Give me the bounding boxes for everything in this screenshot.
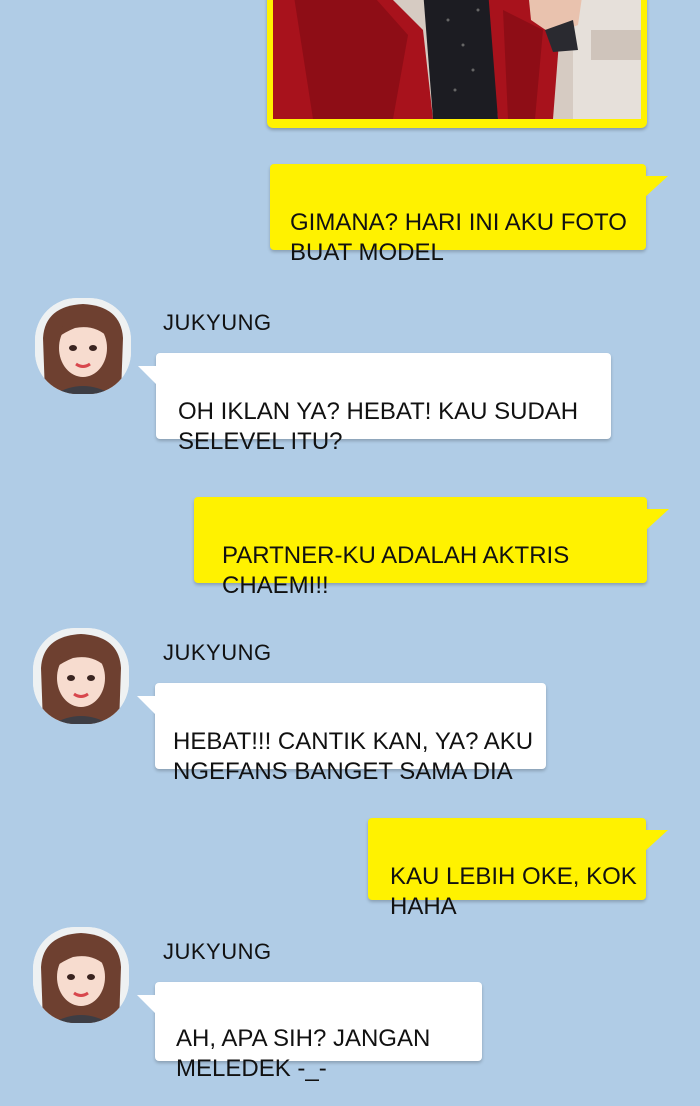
avatar-image (33, 628, 129, 724)
sender-name: JUKYUNG (163, 640, 272, 665)
shared-photo-message[interactable] (267, 0, 647, 128)
incoming-message-bubble[interactable]: HEBAT!!! CANTIK KAN, YA? AKU NGEFANS BAN… (137, 683, 546, 785)
message-text: OH IKLAN YA? HEBAT! KAU SUDAH SELEVEL IT… (178, 398, 579, 455)
photo-image (273, 0, 641, 119)
chat-screen: GIMANA? HARI INI AKU FOTO BUAT MODEL JUK… (0, 0, 700, 1106)
message-text: PARTNER-KU ADALAH AKTRIS CHAEMI!! (222, 542, 570, 599)
message-text: GIMANA? HARI INI AKU FOTO BUAT MODEL (290, 209, 627, 266)
contact-avatar[interactable] (33, 628, 129, 724)
incoming-message-bubble[interactable]: AH, APA SIH? JANGAN MELEDEK -_- (137, 982, 482, 1082)
sender-name: JUKYUNG (163, 310, 272, 335)
shared-photo[interactable] (273, 0, 641, 119)
contact-avatar[interactable] (33, 927, 129, 1023)
outgoing-message-bubble[interactable]: PARTNER-KU ADALAH AKTRIS CHAEMI!! (194, 497, 669, 599)
bubble-tail (644, 176, 668, 198)
avatar-image (35, 298, 131, 394)
message-text: AH, APA SIH? JANGAN MELEDEK -_- (176, 1025, 431, 1082)
outgoing-message-bubble[interactable]: GIMANA? HARI INI AKU FOTO BUAT MODEL (270, 164, 668, 266)
contact-avatar[interactable] (35, 298, 131, 394)
outgoing-message-bubble[interactable]: KAU LEBIH OKE, KOK HAHA (368, 818, 668, 920)
bubble-tail (645, 509, 669, 531)
sender-name: JUKYUNG (163, 939, 272, 964)
bubble-tail (138, 366, 158, 386)
bubble-tail (137, 995, 157, 1015)
bubble-tail (137, 696, 157, 716)
bubble-tail (644, 830, 668, 852)
message-text: KAU LEBIH OKE, KOK HAHA (390, 863, 637, 920)
avatar-image (33, 927, 129, 1023)
incoming-message-bubble[interactable]: OH IKLAN YA? HEBAT! KAU SUDAH SELEVEL IT… (138, 353, 611, 455)
message-text: HEBAT!!! CANTIK KAN, YA? AKU NGEFANS BAN… (173, 728, 534, 785)
